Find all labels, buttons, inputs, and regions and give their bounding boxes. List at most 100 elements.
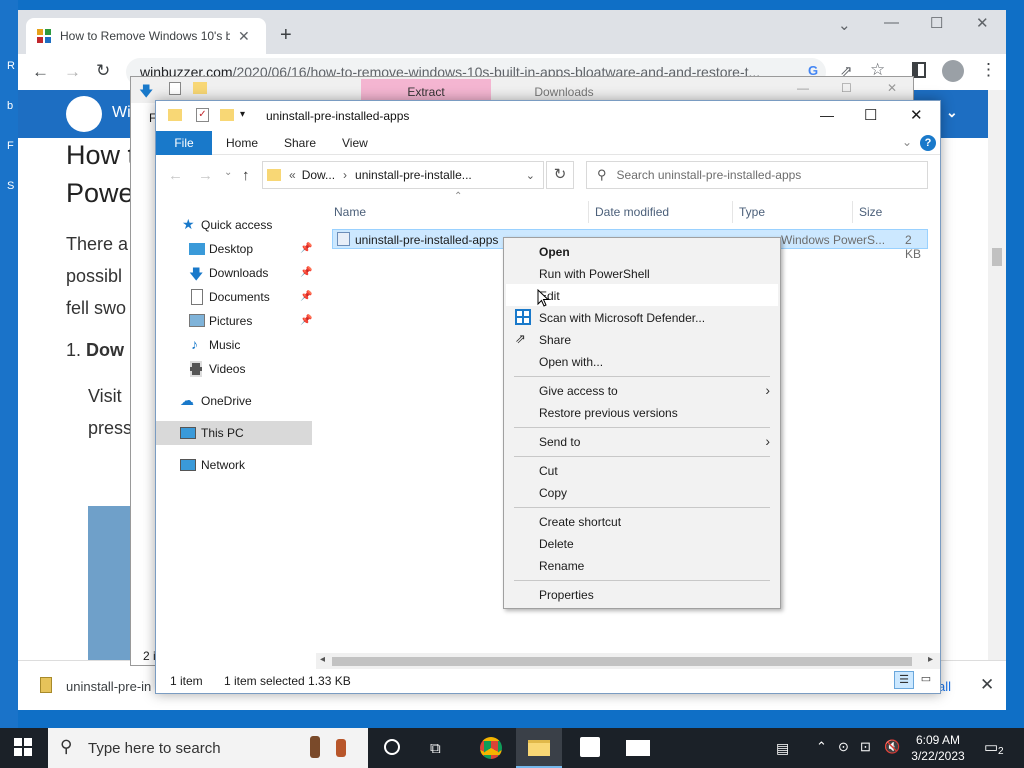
large-icons-view-icon[interactable]: ▭ xyxy=(916,671,936,689)
bg-maximize-icon[interactable]: ☐ xyxy=(841,81,852,95)
recent-locations-icon[interactable]: ⌄ xyxy=(224,167,232,178)
pin-icon[interactable]: 📌 xyxy=(300,291,312,302)
breadcrumb-downloads[interactable]: Dow... xyxy=(302,168,335,182)
minimize-icon[interactable]: — xyxy=(884,14,899,31)
forward-arrow-icon[interactable]: → xyxy=(64,62,81,82)
network-status-icon[interactable]: ⊡ xyxy=(860,739,871,755)
nav-music[interactable]: ♪ Music xyxy=(156,333,312,357)
nav-quick-access[interactable]: ★ Quick access xyxy=(156,213,312,237)
up-arrow-icon[interactable]: ↑ xyxy=(242,167,250,184)
ribbon-tab-file[interactable]: File xyxy=(156,131,212,155)
menu-item-copy[interactable]: Copy xyxy=(506,481,778,503)
menu-item-share[interactable]: ⇗ Share xyxy=(506,328,778,350)
tab-close-icon[interactable]: ✕ xyxy=(238,28,250,45)
file-name[interactable]: uninstall-pre-installed-apps xyxy=(355,233,498,247)
nav-documents[interactable]: Documents 📌 xyxy=(156,285,312,309)
nav-desktop[interactable]: Desktop 📌 xyxy=(156,237,312,261)
column-separator[interactable] xyxy=(732,201,733,223)
new-tab-icon[interactable]: + xyxy=(280,24,292,47)
search-input[interactable]: ⚲ Search uninstall-pre-installed-apps xyxy=(586,161,928,189)
back-arrow-icon[interactable]: ← xyxy=(168,167,183,184)
device-icon[interactable]: ⊙ xyxy=(838,739,849,755)
tab-search-chevron-icon[interactable]: ⌄ xyxy=(838,16,851,34)
quick-access-toolbar-dropdown-icon[interactable]: ▾ xyxy=(240,109,245,120)
properties-check-icon[interactable]: ✓ xyxy=(196,108,209,122)
column-header-date-modified[interactable]: Date modified xyxy=(595,205,669,219)
nav-videos[interactable]: Videos xyxy=(156,357,312,381)
new-folder-icon[interactable] xyxy=(220,109,234,121)
menu-item-cut[interactable]: Cut xyxy=(506,459,778,481)
address-dropdown-icon[interactable]: ⌄ xyxy=(526,169,535,182)
details-view-icon[interactable]: ☰ xyxy=(894,671,914,689)
nav-pictures[interactable]: Pictures 📌 xyxy=(156,309,312,333)
minimize-icon[interactable]: — xyxy=(820,107,834,123)
nav-this-pc[interactable]: This PC xyxy=(156,421,312,445)
notification-center-icon[interactable]: ▭ xyxy=(984,738,998,756)
menu-item-run-with-powershell[interactable]: Run with PowerShell xyxy=(506,262,778,284)
profile-avatar-icon[interactable] xyxy=(942,60,964,82)
bg-minimize-icon[interactable]: — xyxy=(797,81,809,95)
task-view-icon[interactable]: ⧉ xyxy=(430,740,441,757)
breadcrumb-overflow[interactable]: « xyxy=(289,168,296,182)
column-header-name[interactable]: Name xyxy=(334,205,366,219)
menu-item-restore-previous-versions[interactable]: Restore previous versions xyxy=(506,401,778,423)
ribbon-expand-chevron-icon[interactable]: ⌄ xyxy=(902,135,912,149)
menu-item-open-with[interactable]: Open with... xyxy=(506,350,778,372)
menu-item-open[interactable]: Open xyxy=(506,240,778,262)
mail-icon[interactable] xyxy=(626,740,650,756)
back-arrow-icon[interactable]: ← xyxy=(32,62,49,82)
scroll-right-icon[interactable]: ▸ xyxy=(928,654,933,665)
close-icon[interactable]: ✕ xyxy=(910,106,923,124)
chrome-taskbar-icon[interactable] xyxy=(480,737,502,759)
horizontal-scrollbar[interactable]: ◂ ▸ xyxy=(316,653,940,669)
site-menu-chevron-icon[interactable]: ⌄ xyxy=(946,104,958,121)
column-header-size[interactable]: Size xyxy=(859,205,882,219)
windows-start-icon[interactable] xyxy=(14,738,32,756)
menu-item-send-to[interactable]: Send to › xyxy=(506,430,778,452)
browser-tab[interactable]: How to Remove Windows 10's b ✕ xyxy=(26,18,266,54)
taskbar-search-box[interactable]: ⚲ Type here to search xyxy=(48,728,368,768)
nav-downloads[interactable]: 🡇 Downloads 📌 xyxy=(156,261,312,285)
help-icon[interactable]: ? xyxy=(920,135,936,151)
keyboard-icon[interactable]: ▤ xyxy=(776,740,789,757)
menu-item-delete[interactable]: Delete xyxy=(506,532,778,554)
store-icon[interactable] xyxy=(580,737,600,757)
horizontal-scrollbar-thumb[interactable] xyxy=(332,657,912,666)
pin-icon[interactable]: 📌 xyxy=(300,315,312,326)
explorer-taskbar-button[interactable] xyxy=(516,728,562,768)
reload-icon[interactable]: ↻ xyxy=(96,61,110,81)
download-bar-close-icon[interactable]: ✕ xyxy=(980,675,994,695)
maximize-icon[interactable]: ☐ xyxy=(864,106,877,124)
address-bar[interactable]: « Dow... › uninstall-pre-installe... ⌄ xyxy=(262,161,544,189)
site-logo-icon[interactable] xyxy=(66,96,102,132)
taskbar-clock[interactable]: 6:09 AM 3/22/2023 xyxy=(910,732,966,764)
nav-onedrive[interactable]: ☁ OneDrive xyxy=(156,389,312,413)
scroll-left-icon[interactable]: ◂ xyxy=(320,654,325,665)
ribbon-tab-home[interactable]: Home xyxy=(226,131,258,155)
breadcrumb-current[interactable]: uninstall-pre-installe... xyxy=(355,168,472,182)
ribbon-tab-view[interactable]: View xyxy=(342,131,368,155)
menu-item-properties[interactable]: Properties xyxy=(506,583,778,605)
forward-arrow-icon[interactable]: → xyxy=(198,167,213,184)
menu-item-rename[interactable]: Rename xyxy=(506,554,778,576)
page-scrollbar-thumb[interactable] xyxy=(992,248,1002,266)
column-separator[interactable] xyxy=(852,201,853,223)
ribbon-tab-share[interactable]: Share xyxy=(284,131,316,155)
maximize-icon[interactable]: ☐ xyxy=(930,14,943,32)
chrome-menu-icon[interactable]: ⋮ xyxy=(980,60,997,80)
column-separator[interactable] xyxy=(588,201,589,223)
pin-icon[interactable]: 📌 xyxy=(300,267,312,278)
download-file-name[interactable]: uninstall-pre-in xyxy=(66,679,151,694)
column-header-type[interactable]: Type xyxy=(739,205,765,219)
menu-item-give-access-to[interactable]: Give access to › xyxy=(506,379,778,401)
page-scrollbar[interactable] xyxy=(988,90,1006,660)
close-icon[interactable]: ✕ xyxy=(976,14,989,32)
menu-item-create-shortcut[interactable]: Create shortcut xyxy=(506,510,778,532)
pin-icon[interactable]: 📌 xyxy=(300,243,312,254)
nav-network[interactable]: Network xyxy=(156,453,312,477)
cortana-icon[interactable] xyxy=(384,739,400,755)
show-hidden-icons-chevron-icon[interactable]: ⌃ xyxy=(816,739,827,755)
properties-check-icon[interactable] xyxy=(169,82,181,95)
side-panel-icon[interactable] xyxy=(912,62,926,78)
volume-muted-icon[interactable]: 🔇 xyxy=(884,739,900,755)
